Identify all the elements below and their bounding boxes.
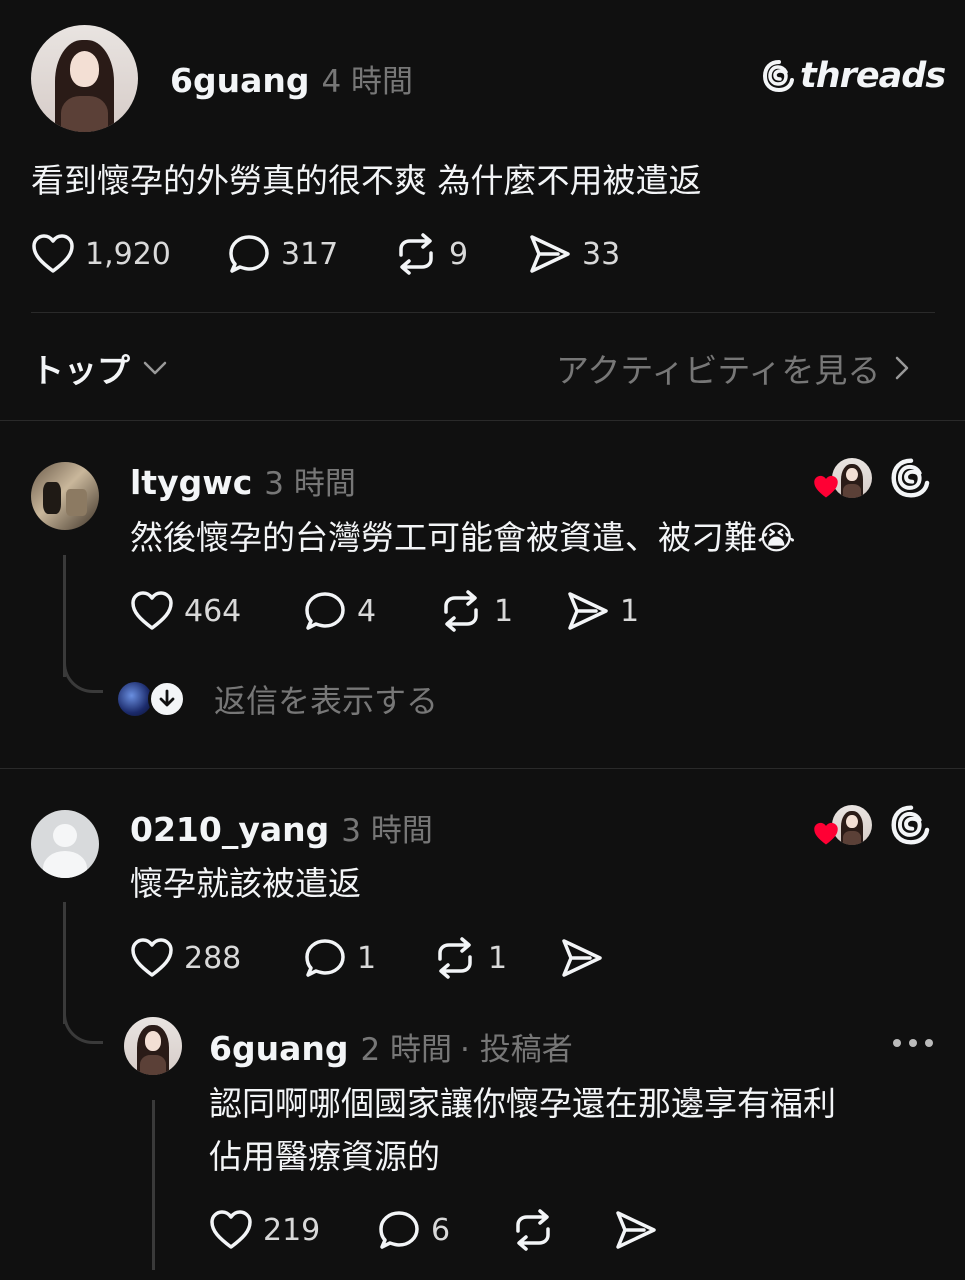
down-arrow-icon xyxy=(148,680,186,718)
comment-icon xyxy=(305,592,345,630)
heart-icon xyxy=(131,591,173,630)
nested-comment-count: 6 xyxy=(431,1212,451,1248)
reply-comment-button[interactable]: 4 xyxy=(303,590,376,632)
reply-share-count: 1 xyxy=(620,593,640,629)
threads-logo-icon[interactable] xyxy=(890,804,932,846)
author-liked-indicator xyxy=(812,805,872,849)
thread-line xyxy=(152,1100,155,1270)
thread-line-curve xyxy=(63,1000,103,1044)
thread-line-curve xyxy=(63,655,103,693)
comment-icon xyxy=(305,939,345,977)
heart-icon xyxy=(131,938,173,977)
post-repost-count: 9 xyxy=(449,236,469,272)
reply-comment-count: 4 xyxy=(357,593,377,629)
post-author-avatar[interactable] xyxy=(31,25,138,132)
nested-reply-username[interactable]: 6guang xyxy=(209,1029,348,1068)
post-time: 4 時間 xyxy=(321,64,414,100)
share-icon xyxy=(530,235,570,273)
post-username[interactable]: 6guang xyxy=(170,61,309,100)
post-share-count: 33 xyxy=(582,236,621,272)
divider xyxy=(0,768,965,769)
reply-share-button[interactable] xyxy=(560,937,614,979)
comment-icon xyxy=(379,1211,419,1249)
reply-like-button[interactable]: 464 xyxy=(130,590,241,632)
threads-wordmark: threads xyxy=(800,56,946,96)
nested-share-button[interactable] xyxy=(614,1209,668,1251)
chevron-down-icon xyxy=(143,361,167,375)
nested-reply-text-line2: 佔用醫療資源的 xyxy=(209,1137,440,1176)
nested-reply-time: 2 時間 xyxy=(360,1032,453,1068)
view-activity-link[interactable]: アクティビティを見る xyxy=(556,344,910,392)
replier-avatar xyxy=(118,682,152,716)
reply-share-button[interactable]: 1 xyxy=(566,590,639,632)
heart-icon xyxy=(210,1210,252,1249)
comment-icon xyxy=(229,235,269,273)
reply-comment-button[interactable]: 1 xyxy=(303,937,376,979)
reply-like-button[interactable]: 288 xyxy=(130,937,241,979)
post-repost-button[interactable]: 9 xyxy=(393,233,468,275)
repost-icon xyxy=(516,1209,550,1251)
reply-avatars-stack xyxy=(118,680,186,718)
reply-like-count: 464 xyxy=(184,593,242,629)
reply-text: 懷孕就該被遣返 xyxy=(130,864,361,903)
repost-icon xyxy=(399,233,433,275)
threads-logo-icon xyxy=(762,60,794,93)
reply-time: 3 時間 xyxy=(264,466,356,502)
reply-avatar[interactable] xyxy=(31,810,99,878)
repost-icon xyxy=(444,590,478,632)
nested-comment-button[interactable]: 6 xyxy=(377,1209,450,1251)
more-icon xyxy=(893,1039,933,1047)
post-share-button[interactable]: 33 xyxy=(528,233,620,275)
reply-username[interactable]: 0210_yang xyxy=(130,810,329,849)
heart-icon xyxy=(814,475,838,498)
reply-text: 然後懷孕的台灣勞工可能會被資遣、被刁難😭 xyxy=(130,518,796,557)
heart-icon xyxy=(32,234,74,273)
reply-time: 3 時間 xyxy=(341,813,433,849)
share-icon xyxy=(562,939,602,977)
sort-dropdown[interactable]: トップ xyxy=(31,344,168,392)
reply-avatar[interactable] xyxy=(31,462,99,530)
nested-reply-avatar[interactable] xyxy=(124,1017,182,1075)
share-icon xyxy=(568,592,608,630)
post-like-count: 1,920 xyxy=(85,236,171,272)
reply-username[interactable]: ltygwc xyxy=(130,463,252,502)
heart-icon xyxy=(814,822,838,845)
show-replies-link[interactable]: 返信を表示する xyxy=(118,676,438,722)
reply-repost-button[interactable]: 1 xyxy=(432,937,507,979)
nested-like-count: 219 xyxy=(263,1212,321,1248)
reply-repost-button[interactable]: 1 xyxy=(438,590,513,632)
chevron-right-icon xyxy=(896,356,909,380)
post-comment-count: 317 xyxy=(281,236,339,272)
post-comment-button[interactable]: 317 xyxy=(227,233,338,275)
author-liked-indicator xyxy=(812,458,872,502)
divider xyxy=(0,420,965,421)
author-tag: · 投稿者 xyxy=(460,1032,573,1068)
post-like-button[interactable]: 1,920 xyxy=(31,233,171,275)
nested-repost-button[interactable] xyxy=(510,1209,566,1251)
more-options-button[interactable] xyxy=(892,1038,934,1048)
reply-comment-count: 1 xyxy=(357,940,377,976)
threads-logo[interactable]: threads xyxy=(762,56,946,96)
reply-like-count: 288 xyxy=(184,940,242,976)
nested-like-button[interactable]: 219 xyxy=(209,1209,320,1251)
repost-icon xyxy=(438,937,472,979)
nested-reply-text-line1: 認同啊哪個國家讓你懷孕還在那邊享有福利 xyxy=(209,1084,836,1123)
post-text: 看到懷孕的外勞真的很不爽 為什麼不用被遣返 xyxy=(31,161,702,200)
share-icon xyxy=(616,1211,656,1249)
threads-logo-icon[interactable] xyxy=(890,457,932,499)
view-activity-label: アクティビティを見る xyxy=(556,351,881,390)
reply-repost-count: 1 xyxy=(488,940,508,976)
sort-label: トップ xyxy=(31,351,130,390)
show-replies-label: 返信を表示する xyxy=(214,682,439,720)
reply-repost-count: 1 xyxy=(494,593,514,629)
divider xyxy=(31,312,935,313)
